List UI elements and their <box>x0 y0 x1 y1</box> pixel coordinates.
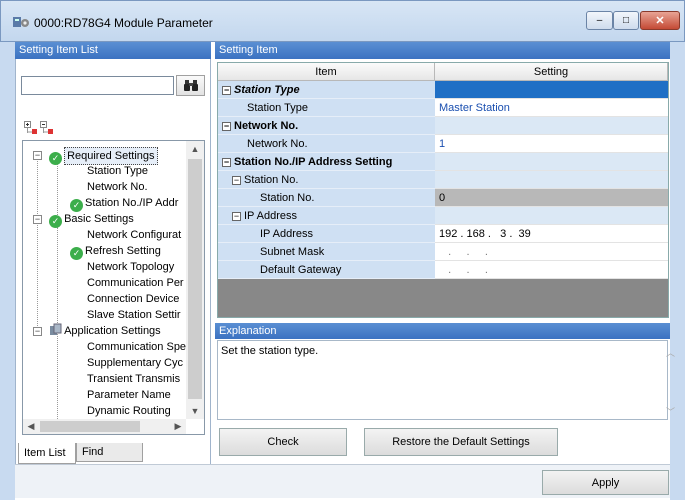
grid-row-setting <box>435 153 668 171</box>
setting-grid: Item Setting − Station Type Station Type … <box>217 62 669 318</box>
scroll-down-arrow-icon[interactable]: ﹀ <box>666 405 675 418</box>
tree-item-parameter-name[interactable]: Parameter Name <box>87 387 171 403</box>
search-button[interactable] <box>176 75 205 96</box>
default-gateway-field[interactable]: . . . <box>435 261 668 279</box>
collapse-toggle-icon[interactable]: − <box>222 86 231 95</box>
collapse-toggle-icon[interactable]: − <box>222 122 231 131</box>
grid-row-item[interactable]: − Station Type <box>218 81 435 99</box>
collapse-toggle-icon[interactable]: − <box>33 327 42 336</box>
apply-button[interactable]: Apply <box>542 470 669 495</box>
grid-row-item[interactable]: − Station No. <box>218 171 435 189</box>
collapse-all-button[interactable] <box>40 121 54 135</box>
scroll-thumb[interactable] <box>40 421 140 432</box>
tree-item-network-no[interactable]: Network No. <box>87 179 148 195</box>
tree-item-connection-device[interactable]: Connection Device <box>87 291 179 307</box>
minimize-icon: – <box>596 15 603 26</box>
expand-all-icon <box>24 121 37 134</box>
grid-row-item[interactable]: − Network No. <box>218 117 435 135</box>
collapse-toggle-icon[interactable]: − <box>232 176 241 185</box>
scroll-up-arrow-icon[interactable]: ▲ <box>186 141 204 157</box>
grid-row-item[interactable]: − IP Address <box>218 207 435 225</box>
tree-item-network-configuration[interactable]: Network Configurat <box>87 227 181 243</box>
window-frame-left <box>0 42 15 500</box>
tree-item-refresh-setting[interactable]: ✓ Refresh Setting <box>70 243 161 260</box>
tree-item-slave-station-setting[interactable]: Slave Station Settir <box>87 307 181 323</box>
check-button[interactable]: Check <box>219 428 347 456</box>
tree-item-communication-period[interactable]: Communication Per <box>87 275 184 291</box>
close-button[interactable]: ✕ <box>640 11 680 30</box>
grid-row-setting <box>435 171 668 189</box>
tree-item-station-type[interactable]: Station Type <box>87 163 148 179</box>
setting-item-list-header: Setting Item List <box>15 42 211 59</box>
maximize-icon: □ <box>622 15 630 26</box>
app-settings-icon <box>49 323 62 336</box>
grid-row-item: Network No. <box>218 135 435 153</box>
window-frame-right <box>670 42 685 500</box>
check-icon: ✓ <box>49 215 63 228</box>
tree-item-application-settings[interactable]: − Application Settings <box>33 323 161 339</box>
station-type-select[interactable]: Master Station <box>435 99 668 117</box>
expand-all-button[interactable] <box>24 121 38 135</box>
tree-item-dynamic-routing[interactable]: Dynamic Routing <box>87 403 171 419</box>
setting-tree: − ✓ Required Settings Station Type Networ… <box>22 140 205 435</box>
ip-address-field[interactable]: 192 . 168 . 3 . 39 <box>435 225 668 243</box>
maximize-button[interactable]: □ <box>613 11 639 30</box>
tab-find-result[interactable]: Find Result <box>76 443 143 476</box>
grid-row-item: IP Address <box>218 225 435 243</box>
tree-line <box>37 155 38 330</box>
subnet-mask-field[interactable]: . . . <box>435 243 668 261</box>
grid-row-item[interactable]: − Station No./IP Address Setting <box>218 153 435 171</box>
network-no-field[interactable]: 1 <box>435 135 668 153</box>
module-icon <box>12 15 30 29</box>
column-header-item[interactable]: Item <box>218 63 435 81</box>
restore-defaults-button[interactable]: Restore the Default Settings <box>364 428 558 456</box>
grid-row-item: Station No. <box>218 189 435 207</box>
grid-row-setting <box>435 117 668 135</box>
column-header-setting[interactable]: Setting <box>435 63 668 81</box>
scroll-down-arrow-icon[interactable]: ▼ <box>186 403 204 419</box>
scroll-thumb[interactable] <box>188 159 202 399</box>
minimize-button[interactable]: – <box>586 11 613 30</box>
tree-item-basic-settings[interactable]: − ✓ Basic Settings <box>33 211 134 228</box>
tree-item-station-no-ip[interactable]: ✓ Station No./IP Addr <box>70 195 178 212</box>
setting-item-header: Setting Item <box>215 42 670 59</box>
tree-item-required-settings[interactable]: − ✓ Required Settings <box>33 147 158 165</box>
scroll-left-arrow-icon[interactable]: ◀ <box>23 419 39 434</box>
collapse-toggle-icon[interactable]: − <box>232 212 241 221</box>
grid-row-setting <box>435 207 668 225</box>
grid-row-item: Station Type <box>218 99 435 117</box>
collapse-toggle-icon[interactable]: − <box>33 215 42 224</box>
window-title: 0000:RD78G4 Module Parameter <box>34 16 213 30</box>
binoculars-icon <box>183 80 198 91</box>
collapse-toggle-icon[interactable]: − <box>222 158 231 167</box>
tree-item-supplementary-cyclic[interactable]: Supplementary Cyc <box>87 355 183 371</box>
collapse-toggle-icon[interactable]: − <box>33 151 42 160</box>
search-input[interactable] <box>21 76 174 95</box>
grid-row-item: Subnet Mask <box>218 243 435 261</box>
grid-row-item: Default Gateway <box>218 261 435 279</box>
check-icon: ✓ <box>49 152 63 165</box>
tree-item-communication-speed[interactable]: Communication Spe <box>87 339 186 355</box>
tab-item-list[interactable]: Item List <box>18 443 76 464</box>
tree-item-network-topology[interactable]: Network Topology <box>87 259 174 275</box>
tree-item-transient-transmission[interactable]: Transient Transmis <box>87 371 180 387</box>
scroll-up-arrow-icon[interactable]: ︿ <box>666 346 675 359</box>
collapse-all-icon <box>40 121 53 134</box>
check-icon: ✓ <box>70 247 83 260</box>
explanation-header: Explanation <box>215 323 670 339</box>
explanation-text: Set the station type. <box>221 345 319 357</box>
grid-row-setting[interactable] <box>435 81 668 99</box>
scroll-right-arrow-icon[interactable]: ▶ <box>170 419 186 434</box>
station-no-field: 0 <box>435 189 668 207</box>
close-icon: ✕ <box>655 15 665 27</box>
